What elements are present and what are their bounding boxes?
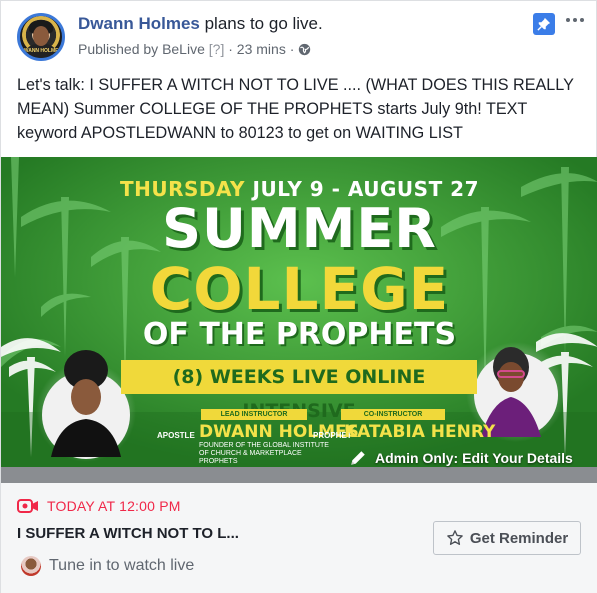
author-avatar[interactable]: DWANN HOLMES [17,13,65,61]
viewer-avatar [21,556,41,576]
lead-instructor-prefix: APOSTLE [157,431,195,440]
globe-icon[interactable] [298,43,311,56]
pin-icon [537,17,551,31]
live-schedule-row: TODAY AT 12:00 PM [17,498,181,514]
pencil-icon [351,451,365,465]
live-event-title[interactable]: I SUFFER A WITCH NOT TO L... [17,525,239,542]
live-post-card: DWANN HOLMES Dwann Holmes plans to go li… [0,0,597,593]
get-reminder-label: Get Reminder [469,529,569,547]
event-flyer-image[interactable]: THURSDAY JULY 9 - AUGUST 27 SUMMER COLLE… [1,157,597,467]
live-camera-icon [17,499,38,513]
more-dot-icon [566,18,570,22]
more-dot-icon [573,18,577,22]
avatar-label: DWANN HOLMES [20,48,62,54]
meta-separator-2: · [289,41,295,57]
tune-in-row: Tune in to watch live [21,556,194,576]
author-name-link[interactable]: Dwann Holmes [78,14,200,33]
post-meta: Published by BeLive [?] · 23 mins · [78,41,311,57]
live-start-time: TODAY AT 12:00 PM [47,498,181,514]
flyer-banner: (8) WEEKS LIVE ONLINE INTENSIVE [121,360,477,422]
flyer-line-prophets: OF THE PROPHETS [142,317,457,352]
co-instructor-tag: CO-INSTRUCTOR [341,409,445,420]
meta-separator: · [228,41,233,57]
post-message: Let's talk: I SUFFER A WITCH NOT TO LIVE… [17,76,574,142]
tune-in-text: Tune in to watch live [49,557,195,574]
flyer-line-summer: SUMMER [162,197,437,260]
admin-edit-details-link[interactable]: Admin Only: Edit Your Details [349,449,573,467]
app-name-link[interactable]: BeLive [162,41,205,57]
post-header: DWANN HOLMES Dwann Holmes plans to go li… [1,1,597,67]
pin-button[interactable] [533,13,555,35]
get-reminder-button[interactable]: Get Reminder [433,521,581,555]
published-by-label: Published by [78,41,159,57]
star-icon [447,530,463,545]
more-options-button[interactable] [561,9,589,31]
more-dot-icon [580,18,584,22]
post-action-text: plans to go live. [204,14,323,33]
flyer-line-college: COLLEGE [149,255,450,323]
flyer-text-overlay: THURSDAY JULY 9 - AUGUST 27 SUMMER COLLE… [1,157,597,467]
avatar-figure-face [33,26,49,46]
admin-edit-label: Admin Only: Edit Your Details [375,450,573,466]
post-title-line: Dwann Holmes plans to go live. [78,14,323,34]
lead-instructor-tag: LEAD INSTRUCTOR [201,409,307,420]
video-progress-strip [1,467,597,483]
co-instructor-name: KATABIA HENRY [344,422,496,442]
lead-instructor-subtitle: FOUNDER OF THE GLOBAL INSTITUTE OF CHURC… [199,442,329,465]
post-timestamp[interactable]: 23 mins [237,41,286,57]
help-marker[interactable]: [?] [209,41,225,57]
